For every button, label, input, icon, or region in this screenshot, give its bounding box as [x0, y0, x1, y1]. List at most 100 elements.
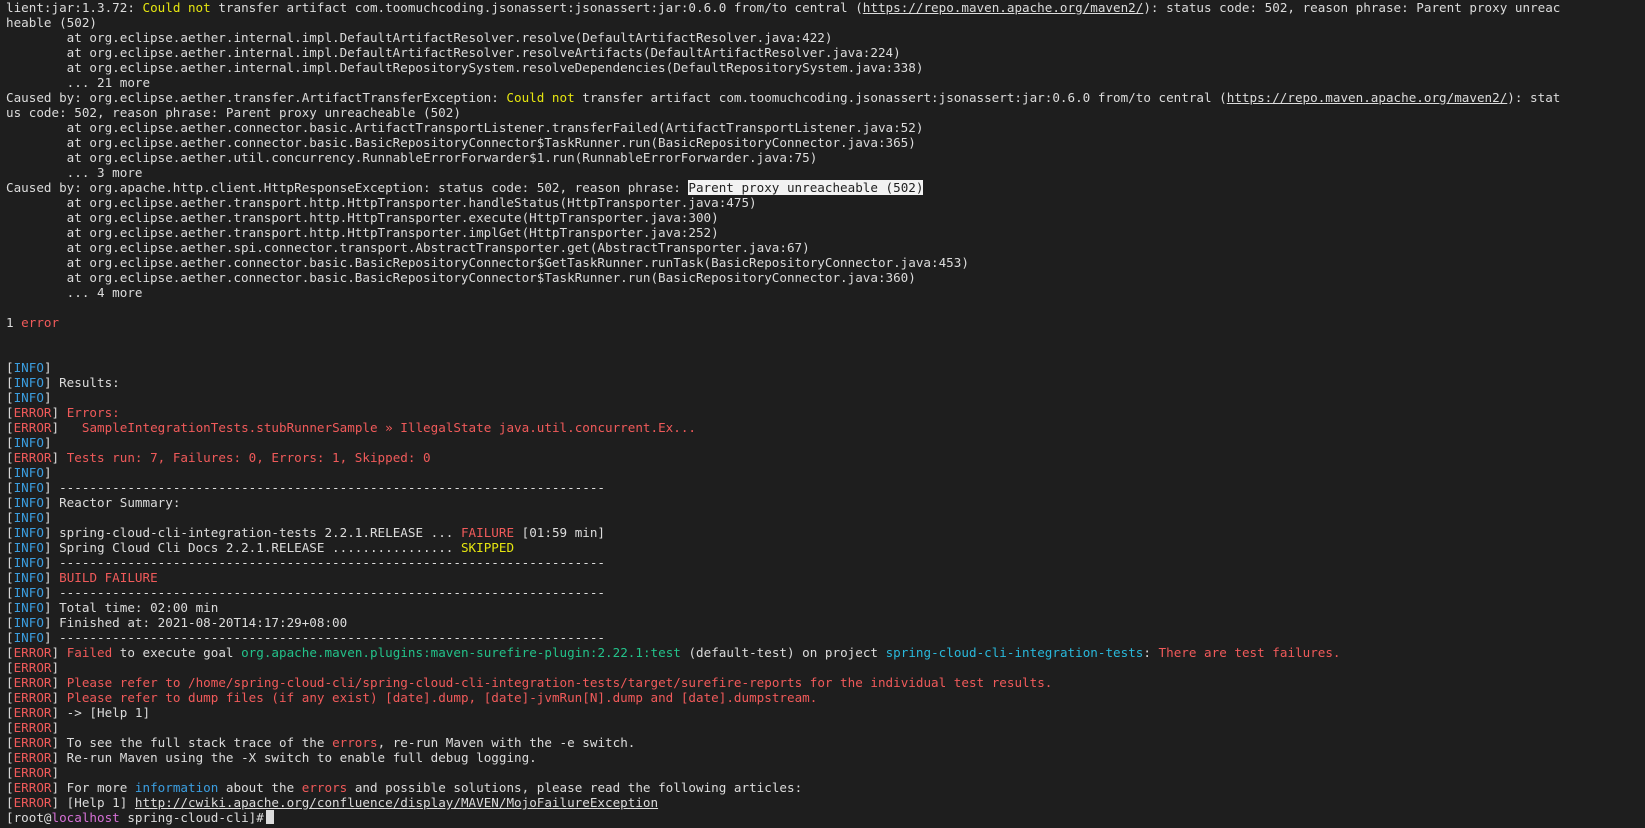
terminal-line: [INFO] Reactor Summary:	[6, 495, 1645, 510]
terminal-line: at org.eclipse.aether.transport.http.Htt…	[6, 195, 1645, 210]
terminal-text: 1	[6, 315, 22, 330]
terminal-line: at org.eclipse.aether.connector.basic.Ba…	[6, 135, 1645, 150]
terminal-text: [	[6, 765, 14, 780]
terminal-text: ERROR	[13, 735, 52, 750]
terminal-window[interactable]: lient:jar:1.3.72: Could not transfer art…	[0, 0, 1645, 828]
terminal-text: [	[6, 510, 14, 525]
terminal-text: ] Results:	[43, 375, 120, 390]
terminal-text: [	[6, 375, 14, 390]
terminal-text: ERROR	[13, 675, 52, 690]
terminal-text: INFO	[13, 360, 44, 375]
terminal-text: spring-cloud-cli-integration-tests	[885, 645, 1144, 660]
terminal-text: ERROR	[13, 420, 52, 435]
terminal-text: Caused by: org.apache.http.client.HttpRe…	[6, 180, 689, 195]
terminal-text: ERROR	[13, 450, 52, 465]
terminal-line: [INFO] ---------------------------------…	[6, 480, 1645, 495]
terminal-text: about the	[218, 780, 302, 795]
terminal-text: INFO	[13, 495, 44, 510]
terminal-text: [	[6, 360, 14, 375]
terminal-text: ] For more	[51, 780, 135, 795]
terminal-text: [	[6, 675, 14, 690]
terminal-link[interactable]: https://repo.maven.apache.org/maven2/	[1227, 90, 1508, 105]
terminal-text: Failed	[66, 645, 113, 660]
terminal-text: INFO	[13, 555, 44, 570]
terminal-line: [ERROR] Please refer to dump files (if a…	[6, 690, 1645, 705]
terminal-line: [INFO]	[6, 390, 1645, 405]
terminal-line: 1 error	[6, 315, 1645, 330]
terminal-text: ERROR	[13, 750, 52, 765]
terminal-link[interactable]: http://cwiki.apache.org/confluence/displ…	[135, 795, 658, 810]
terminal-text: transfer artifact com.toomuchcoding.json…	[210, 0, 863, 15]
terminal-text: ] Total time: 02:00 min	[43, 600, 219, 615]
terminal-line: [ERROR] -> [Help 1]	[6, 705, 1645, 720]
terminal-line: Caused by: org.apache.http.client.HttpRe…	[6, 180, 1645, 195]
terminal-line: at org.eclipse.aether.internal.impl.Defa…	[6, 45, 1645, 60]
terminal-text: ERROR	[13, 705, 52, 720]
terminal-text: [	[6, 795, 14, 810]
terminal-line: [INFO] Results:	[6, 375, 1645, 390]
terminal-text: [	[6, 600, 14, 615]
terminal-text: at org.eclipse.aether.transport.http.Htt…	[6, 210, 719, 225]
terminal-text: INFO	[13, 480, 44, 495]
terminal-line: [INFO]	[6, 360, 1645, 375]
terminal-text: [	[6, 645, 14, 660]
terminal-text: Please refer to /home/spring-cloud-cli/s…	[66, 675, 1053, 690]
terminal-text: [	[6, 525, 14, 540]
terminal-text: at org.eclipse.aether.transport.http.Htt…	[6, 225, 719, 240]
terminal-text: ]	[43, 360, 52, 375]
terminal-text: at org.eclipse.aether.internal.impl.Defa…	[6, 45, 901, 60]
terminal-line: heable (502)	[6, 15, 1645, 30]
terminal-text: lient:jar:1.3.72:	[6, 0, 143, 15]
terminal-text: INFO	[13, 615, 44, 630]
terminal-text: error	[21, 315, 60, 330]
terminal-text: , re-run Maven with the -e switch.	[377, 735, 636, 750]
terminal-line: [ERROR] Failed to execute goal org.apach…	[6, 645, 1645, 660]
terminal-link[interactable]: https://repo.maven.apache.org/maven2/	[863, 0, 1144, 15]
terminal-text: at org.eclipse.aether.connector.basic.Ba…	[6, 270, 916, 285]
terminal-line: Caused by: org.eclipse.aether.transfer.A…	[6, 90, 1645, 105]
terminal-text: ERROR	[13, 765, 52, 780]
terminal-text: ... 21 more	[6, 75, 151, 90]
terminal-text: [	[6, 735, 14, 750]
terminal-text: INFO	[13, 570, 44, 585]
terminal-text: SampleIntegrationTests.stubRunnerSample …	[81, 420, 697, 435]
terminal-text: [	[6, 585, 14, 600]
terminal-line: [INFO] Spring Cloud Cli Docs 2.2.1.RELEA…	[6, 540, 1645, 555]
terminal-output: lient:jar:1.3.72: Could not transfer art…	[6, 0, 1645, 810]
terminal-text: ERROR	[13, 405, 52, 420]
terminal-line: [INFO] ---------------------------------…	[6, 630, 1645, 645]
terminal-line: at org.eclipse.aether.util.concurrency.R…	[6, 150, 1645, 165]
terminal-line: ... 4 more	[6, 285, 1645, 300]
terminal-line: [INFO] Total time: 02:00 min	[6, 600, 1645, 615]
selected-text[interactable]: Parent proxy unreacheable (502)	[688, 180, 924, 195]
terminal-text: [	[6, 750, 14, 765]
terminal-text: ]	[51, 675, 67, 690]
terminal-text: Please refer to dump files (if any exist…	[66, 690, 818, 705]
prompt-host: localhost	[51, 810, 120, 825]
terminal-line: [INFO]	[6, 465, 1645, 480]
terminal-text: at org.eclipse.aether.spi.connector.tran…	[6, 240, 810, 255]
terminal-text: Errors:	[66, 405, 120, 420]
terminal-line: [ERROR] SampleIntegrationTests.stubRunne…	[6, 420, 1645, 435]
terminal-text: ]	[51, 645, 67, 660]
terminal-line: [ERROR] Errors:	[6, 405, 1645, 420]
terminal-text: and possible solutions, please read the …	[347, 780, 803, 795]
terminal-text: at org.eclipse.aether.transport.http.Htt…	[6, 195, 757, 210]
terminal-text: BUILD FAILURE	[59, 570, 158, 585]
terminal-text: transfer artifact com.toomuchcoding.json…	[574, 90, 1227, 105]
terminal-text: ] --------------------------------------…	[43, 555, 606, 570]
terminal-line: us code: 502, reason phrase: Parent prox…	[6, 105, 1645, 120]
terminal-text: ] --------------------------------------…	[43, 480, 606, 495]
terminal-line: [INFO] Finished at: 2021-08-20T14:17:29+…	[6, 615, 1645, 630]
terminal-text: [	[6, 540, 14, 555]
terminal-text: ERROR	[13, 660, 52, 675]
terminal-text: [	[6, 465, 14, 480]
shell-prompt[interactable]: [root@localhost spring-cloud-cli]#	[6, 810, 1645, 825]
terminal-text: INFO	[13, 600, 44, 615]
terminal-text: heable (502)	[6, 15, 97, 30]
terminal-text: ERROR	[13, 720, 52, 735]
terminal-text: at org.eclipse.aether.util.concurrency.R…	[6, 150, 818, 165]
terminal-line: at org.eclipse.aether.connector.basic.Ba…	[6, 270, 1645, 285]
terminal-text: INFO	[13, 390, 44, 405]
